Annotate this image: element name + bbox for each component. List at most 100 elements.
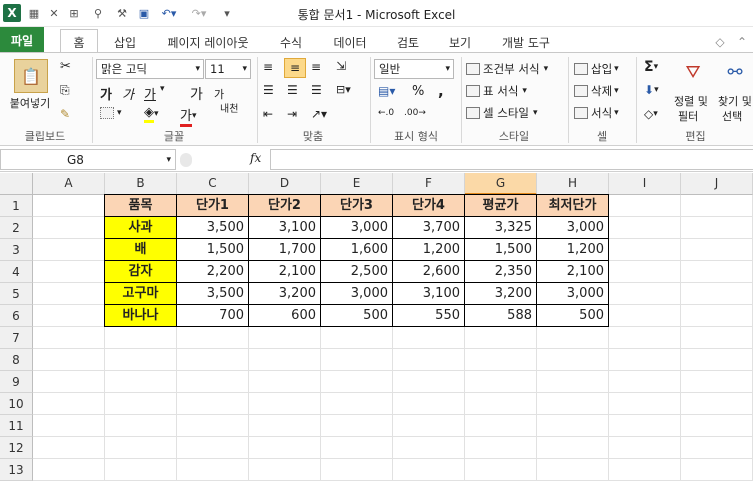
row-header[interactable]: 3 [0,239,33,261]
name-box[interactable]: G8 ▾ [0,149,176,170]
price-cell[interactable]: 2,350 [464,260,537,283]
column-header-i[interactable]: I [609,173,681,195]
fill-icon[interactable]: ⬇ ▾ [644,83,659,97]
row-header[interactable]: 5 [0,283,33,305]
item-name-cell[interactable]: 고구마 [104,282,177,305]
cell[interactable] [465,459,537,481]
cell[interactable] [465,327,537,349]
column-header-d[interactable]: D [249,173,321,195]
cell[interactable] [609,415,681,437]
cell[interactable] [33,393,105,415]
price-cell[interactable]: 3,200 [248,282,321,305]
tab-home[interactable]: 홈 [60,29,98,54]
cell[interactable] [681,283,753,305]
price-cell[interactable]: 3,000 [320,216,393,239]
cell[interactable] [177,437,249,459]
item-name-cell[interactable]: 바나나 [104,304,177,327]
column-header-f[interactable]: F [393,173,465,195]
cell[interactable] [105,349,177,371]
table-header-cell[interactable]: 단가2 [248,194,321,217]
price-cell[interactable]: 700 [176,304,249,327]
clear-icon[interactable]: ◇ ▾ [644,107,658,121]
orientation-icon[interactable]: ↗▾ [311,107,327,121]
cell[interactable] [609,305,681,327]
tab-view[interactable]: 보기 [444,31,476,53]
find-select-icon[interactable]: ⚯ [722,59,748,85]
price-cell[interactable]: 3,700 [392,216,465,239]
price-cell[interactable]: 1,500 [464,238,537,261]
insert-cells-button[interactable]: 삽입 ▾ [574,61,619,77]
sort-filter-label-2[interactable]: 필터 [678,108,698,124]
cell[interactable] [321,393,393,415]
tab-file[interactable]: 파일 [0,27,44,53]
decrease-indent-icon[interactable]: ⇤ [263,107,273,121]
item-name-cell[interactable]: 감자 [104,260,177,283]
tab-developer[interactable]: 개발 도구 [496,31,556,53]
price-cell[interactable]: 3,325 [464,216,537,239]
cell[interactable] [537,393,609,415]
cell[interactable] [609,195,681,217]
item-name-cell[interactable]: 사과 [104,216,177,239]
paste-button[interactable]: 붙여넣기 [6,95,54,111]
formula-input[interactable] [270,149,753,170]
price-cell[interactable]: 500 [536,304,609,327]
conditional-format-button[interactable]: 조건부 서식 ▾ [466,61,548,77]
cell[interactable] [681,371,753,393]
cell[interactable] [33,459,105,481]
cell[interactable] [249,327,321,349]
cell[interactable] [681,261,753,283]
table-header-cell[interactable]: 단가1 [176,194,249,217]
cell[interactable] [105,393,177,415]
underline-button[interactable]: 가 [144,84,156,103]
select-all-corner[interactable] [0,173,33,195]
cell[interactable] [393,437,465,459]
borders-icon[interactable]: ▾ [100,107,122,119]
price-cell[interactable]: 1,500 [176,238,249,261]
price-cell[interactable]: 500 [320,304,393,327]
price-cell[interactable]: 3,500 [176,282,249,305]
price-cell[interactable]: 588 [464,304,537,327]
row-header[interactable]: 8 [0,349,33,371]
cell[interactable] [609,393,681,415]
currency-icon[interactable]: ▤▾ [378,84,395,98]
cell[interactable] [249,371,321,393]
cell[interactable] [393,459,465,481]
cell[interactable] [393,327,465,349]
phonetic-button[interactable]: 내천 [220,105,238,115]
minimize-ribbon-icon[interactable]: ⌃ [734,31,750,53]
tab-page-layout[interactable]: 페이지 레이아웃 [160,31,256,53]
cell[interactable] [177,393,249,415]
column-header-a[interactable]: A [33,173,105,195]
cell[interactable] [177,349,249,371]
price-cell[interactable]: 3,000 [536,282,609,305]
increase-decimal-icon[interactable]: ←.0 [378,108,394,118]
cell[interactable] [177,415,249,437]
cell[interactable] [105,327,177,349]
cell[interactable] [177,459,249,481]
column-header-e[interactable]: E [321,173,393,195]
cell[interactable] [609,437,681,459]
cell[interactable] [33,239,105,261]
column-header-h[interactable]: H [537,173,609,195]
align-top-icon[interactable]: ≡ [263,60,273,74]
cell[interactable] [537,371,609,393]
row-header[interactable]: 4 [0,261,33,283]
price-cell[interactable]: 2,100 [536,260,609,283]
shrink-font-button[interactable]: 가 [214,86,224,102]
align-center-icon[interactable]: ☰ [287,83,298,97]
cell[interactable] [609,459,681,481]
cell[interactable] [249,349,321,371]
cell[interactable] [609,261,681,283]
cell[interactable] [177,371,249,393]
row-header[interactable]: 7 [0,327,33,349]
price-cell[interactable]: 2,600 [392,260,465,283]
cell[interactable] [249,415,321,437]
cell[interactable] [249,459,321,481]
table-header-cell[interactable]: 최저단가 [536,194,609,217]
decrease-decimal-icon[interactable]: .00→ [404,108,426,118]
cell[interactable] [33,217,105,239]
cell[interactable] [321,459,393,481]
chevron-down-icon[interactable]: ▾ [160,84,165,94]
cell[interactable] [33,305,105,327]
format-cells-button[interactable]: 서식 ▾ [574,105,619,121]
